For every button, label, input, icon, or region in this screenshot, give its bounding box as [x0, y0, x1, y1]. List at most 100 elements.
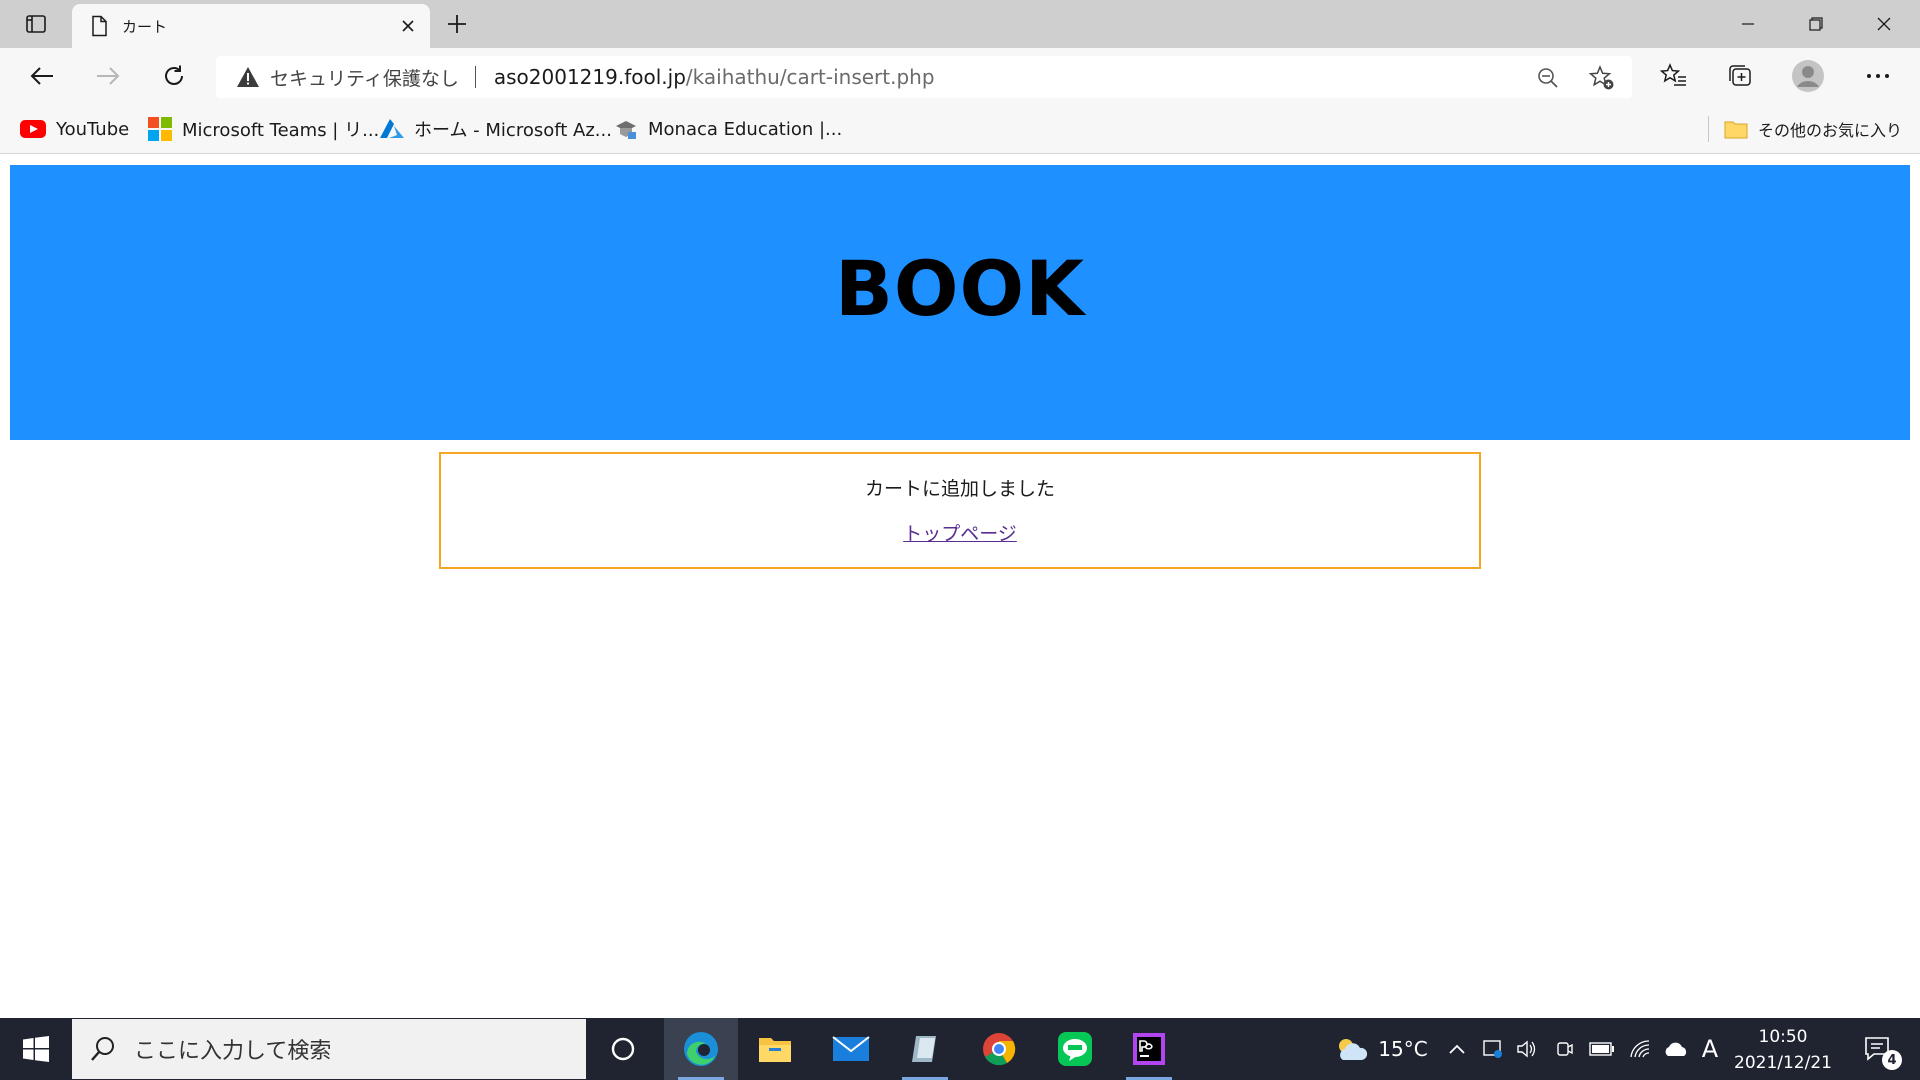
- favorite-label: YouTube: [56, 118, 130, 140]
- taskbar-app-edge[interactable]: [664, 1018, 738, 1080]
- collections-button[interactable]: [1718, 58, 1762, 94]
- page-content: BOOK カートに追加しました トップページ: [0, 155, 1920, 1018]
- notification-count-badge: 4: [1882, 1050, 1902, 1070]
- taskbar-app-chrome[interactable]: [962, 1018, 1036, 1080]
- site-title: BOOK: [834, 244, 1086, 333]
- microsoft-icon: [148, 117, 172, 141]
- cloud-sun-icon: [1339, 1039, 1368, 1060]
- clock-date: 2021/12/21: [1734, 1053, 1832, 1073]
- favorite-azure[interactable]: ホーム - Microsoft Az...: [380, 114, 612, 144]
- meet-now-button[interactable]: [1550, 1018, 1580, 1080]
- security-status[interactable]: セキュリティ保護なし: [270, 64, 459, 91]
- refresh-button[interactable]: [154, 58, 194, 94]
- favorite-label: Microsoft Teams | リ...: [182, 120, 380, 141]
- title-bar: カート: [0, 0, 1920, 48]
- favorites-bar: YouTube Microsoft Teams | リ... ホーム - Mic…: [0, 104, 1920, 154]
- collections-icon: [1729, 65, 1751, 86]
- taskbar-app-explorer[interactable]: [738, 1018, 812, 1080]
- warning-icon: [237, 67, 259, 87]
- url-path: /kaihathu/cart-insert.php: [685, 65, 935, 89]
- tab-actions-icon: [26, 15, 46, 33]
- windows-logo-icon: [23, 1036, 49, 1062]
- top-page-link[interactable]: トップページ: [903, 519, 1017, 546]
- close-tab-icon[interactable]: [400, 18, 416, 34]
- show-hidden-icons-button[interactable]: [1442, 1018, 1472, 1080]
- favorites-separator: [1708, 116, 1709, 142]
- address-divider: [474, 66, 476, 88]
- taskbar-app-phpstorm[interactable]: [1112, 1018, 1186, 1080]
- close-window-button[interactable]: [1850, 0, 1918, 48]
- settings-menu-button[interactable]: [1856, 58, 1900, 94]
- temperature-text: 15°C: [1378, 1037, 1428, 1061]
- phpstorm-icon: [1133, 1033, 1165, 1065]
- ime-indicator[interactable]: A: [1696, 1018, 1724, 1080]
- mail-icon: [832, 1036, 870, 1061]
- youtube-icon: [20, 120, 46, 138]
- favorites-button[interactable]: [1652, 58, 1696, 94]
- search-icon: [91, 1037, 114, 1061]
- restore-icon: [1809, 17, 1823, 31]
- taskbar-app-line[interactable]: [1038, 1018, 1112, 1080]
- taskbar-clock[interactable]: 10:50 2021/12/21: [1728, 1024, 1838, 1076]
- other-favorites-label: その他のお気に入り: [1758, 121, 1903, 140]
- speaker-icon: [1517, 1040, 1536, 1058]
- chevron-up-icon: [1449, 1044, 1465, 1054]
- back-button[interactable]: [22, 58, 62, 94]
- weather-temperature[interactable]: 15°C: [1376, 1018, 1430, 1080]
- network-button[interactable]: [1624, 1018, 1656, 1080]
- onedrive-button[interactable]: [1660, 1018, 1692, 1080]
- taskbar-app-notes[interactable]: [888, 1018, 962, 1080]
- back-arrow-icon: [30, 67, 53, 85]
- favorite-label: ホーム - Microsoft Az...: [414, 120, 612, 141]
- profile-button[interactable]: [1786, 58, 1830, 94]
- cart-added-message: カートに追加しました: [864, 478, 1055, 500]
- refresh-icon: [165, 65, 183, 85]
- taskbar-search-box[interactable]: ここに入力して検索: [72, 1019, 586, 1079]
- minimize-icon: [1742, 23, 1754, 25]
- favorites-list-icon: [1660, 63, 1686, 86]
- battery-button[interactable]: [1586, 1018, 1618, 1080]
- zoom-out-icon: [1538, 68, 1558, 88]
- address-bar[interactable]: セキュリティ保護なし aso2001219.fool.jp/kaihathu/c…: [216, 56, 1632, 98]
- add-favorite-button[interactable]: [1585, 64, 1619, 92]
- edge-icon: [684, 1032, 718, 1066]
- volume-button[interactable]: [1512, 1018, 1542, 1080]
- ime-mode: A: [1701, 1035, 1719, 1063]
- restore-button[interactable]: [1782, 0, 1850, 48]
- cortana-button[interactable]: [586, 1018, 660, 1080]
- url-host: aso2001219.fool.jp: [493, 65, 686, 89]
- folder-icon: [1724, 121, 1748, 139]
- favorite-label: Monaca Education |...: [648, 118, 843, 140]
- defender-tray-button[interactable]: [1478, 1018, 1508, 1080]
- start-button[interactable]: [0, 1018, 72, 1080]
- minimize-button[interactable]: [1714, 0, 1782, 48]
- star-add-icon: [1589, 65, 1614, 90]
- cortana-circle-icon: [611, 1037, 635, 1061]
- chrome-icon: [983, 1033, 1016, 1066]
- zoom-button[interactable]: [1531, 64, 1565, 92]
- wifi-icon: [1630, 1040, 1650, 1058]
- navigation-bar: セキュリティ保護なし aso2001219.fool.jp/kaihathu/c…: [0, 48, 1920, 104]
- notification-center-button[interactable]: 4: [1848, 1018, 1908, 1080]
- clock-time: 10:50: [1758, 1027, 1808, 1047]
- favorite-microsoft-teams[interactable]: Microsoft Teams | リ...: [148, 114, 379, 144]
- line-app-icon: [1058, 1032, 1092, 1066]
- tab-cart[interactable]: カート: [72, 4, 430, 48]
- tab-actions-button[interactable]: [14, 8, 58, 40]
- search-placeholder: ここに入力して検索: [134, 1039, 332, 1064]
- plus-icon: [448, 15, 466, 33]
- notes-app-icon: [912, 1036, 936, 1062]
- battery-icon: [1589, 1042, 1614, 1056]
- forward-button[interactable]: [88, 58, 128, 94]
- favorite-monaca[interactable]: Monaca Education |...: [614, 114, 842, 144]
- other-favorites-folder[interactable]: その他のお気に入り: [1724, 114, 1902, 144]
- taskbar: ここに入力して検索 15°C A 10:50 2021/12/21 4: [0, 1018, 1920, 1080]
- cart-message-box: カートに追加しました トップページ: [439, 452, 1481, 569]
- new-tab-button[interactable]: [440, 8, 474, 40]
- taskbar-app-mail[interactable]: [814, 1018, 888, 1080]
- favorite-youtube[interactable]: YouTube: [20, 114, 129, 144]
- camera-icon: [1557, 1042, 1573, 1056]
- site-header: BOOK: [10, 165, 1910, 440]
- weather-button[interactable]: [1330, 1018, 1374, 1080]
- more-dots-icon: [1867, 74, 1889, 78]
